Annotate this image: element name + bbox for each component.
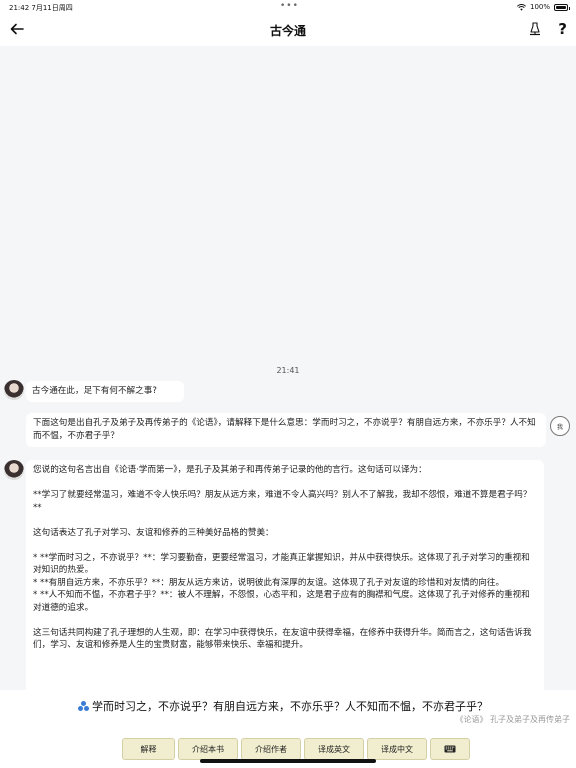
quote-source: 《论语》 孔子及弟子及再传弟子 (455, 715, 570, 724)
bubbles-icon (78, 700, 89, 712)
keyboard-icon (444, 745, 456, 753)
lamp-icon[interactable] (528, 21, 542, 37)
introduce-author-button[interactable]: 介绍作者 (241, 738, 301, 760)
introduce-book-button[interactable]: 介绍本书 (178, 738, 238, 760)
bot-message-greeting: 古今通在此，足下有何不解之事? (26, 381, 184, 402)
reply-paragraph: 这三句话共同构建了孔子理想的人生观，即：在学习中获得快乐，在友谊中获得幸福，在修… (33, 627, 532, 651)
bot-message-text: 古今通在此，足下有何不解之事? (32, 386, 157, 396)
help-button[interactable]: ? (558, 20, 567, 38)
action-buttons: 解释 介绍本书 介绍作者 译成英文 译成中文 (122, 738, 470, 760)
page-title: 古今通 (269, 24, 306, 38)
explain-button[interactable]: 解释 (122, 738, 175, 760)
reply-paragraph: **学习了就要经常温习，难道不令人快乐吗？朋友从远方来，难道不令人高兴吗？别人不… (33, 490, 532, 513)
status-bar: 21:42 7月11日周四 ••• 100% (0, 0, 576, 14)
keyboard-button[interactable] (430, 738, 470, 760)
reply-paragraph: 您说的这句名言出自《论语·学而第一》，是孔子及其弟子和再传弟子记录的他的言行。这… (33, 465, 427, 475)
reply-bullet: * **学而时习之，不亦说乎？**：学习要勤奋，更要经常温习，才能真正掌握知识，… (33, 552, 530, 576)
status-time-date: 21:42 7月11日周四 (9, 4, 73, 12)
bot-message-reply: 您说的这句名言出自《论语·学而第一》，是孔子及其弟子和再传弟子记录的他的言行。这… (26, 460, 544, 726)
bot-avatar (4, 380, 24, 400)
battery-percent: 100% (529, 3, 550, 11)
chat-timestamp: 21:41 (276, 366, 300, 375)
reply-bullet: * **有朋自远方来，不亦乐乎？**：朋友从远方来访，说明彼此有深厚的友谊。这体… (33, 577, 505, 588)
wifi-icon (517, 3, 526, 11)
quote-bar: 学而时习之，不亦说乎？有朋自远方来，不亦乐乎？人不知而不愠，不亦君子乎？ 《论语… (0, 690, 576, 730)
status-right: 100% (517, 3, 570, 11)
quote-text: 学而时习之，不亦说乎？有朋自远方来，不亦乐乎？人不知而不愠，不亦君子乎？ (92, 700, 488, 713)
reply-bullet: * **人不知而不愠，不亦君子乎？**：被人不理解，不怨恨，心态平和，这是君子应… (33, 590, 530, 613)
reply-paragraph: 这句话表达了孔子对学习、友谊和修养的三种美好品格的赞美： (33, 527, 274, 538)
user-avatar: 我 (550, 416, 570, 436)
translate-chinese-button[interactable]: 译成中文 (367, 738, 427, 760)
nav-bar: 古今通 ? (0, 14, 576, 46)
quote-suggestion[interactable]: 学而时习之，不亦说乎？有朋自远方来，不亦乐乎？人不知而不愠，不亦君子乎？ (78, 698, 488, 714)
user-message-text: 下面这句是出自孔子及弟子及再传弟子的《论语》，请解释下是什么意思：学而时习之，不… (33, 418, 536, 441)
user-message: 下面这句是出自孔子及弟子及再传弟子的《论语》，请解释下是什么意思：学而时习之，不… (26, 413, 546, 447)
multitasking-dots[interactable]: ••• (280, 1, 299, 11)
chat-area[interactable]: 21:41 古今通在此，足下有何不解之事? 下面这句是出自孔子及弟子及再传弟子的… (0, 46, 576, 726)
translate-english-button[interactable]: 译成英文 (304, 738, 364, 760)
battery-icon (554, 3, 570, 11)
home-indicator[interactable] (200, 759, 376, 763)
bot-avatar (4, 460, 24, 480)
